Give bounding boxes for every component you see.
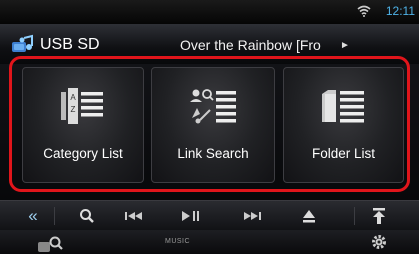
collapse-button[interactable]: « — [22, 205, 44, 227]
status-bar: 12:11 — [0, 0, 419, 24]
search-icon — [80, 209, 94, 223]
selection-highlight — [9, 56, 410, 192]
search-button[interactable] — [76, 205, 98, 227]
source-title[interactable]: USB SD — [40, 36, 100, 54]
wifi-icon — [357, 5, 371, 17]
control-bar: « — [0, 200, 419, 231]
usb-music-icon[interactable] — [10, 34, 36, 54]
previous-track-button[interactable] — [120, 205, 148, 227]
next-track-button[interactable] — [238, 205, 266, 227]
skip-next-icon — [244, 212, 261, 220]
track-next-indicator: ► — [340, 40, 350, 51]
up-button[interactable] — [368, 205, 390, 227]
track-title[interactable]: Over the Rainbow [Fro — [180, 37, 321, 53]
eject-icon — [303, 210, 315, 223]
eject-button[interactable] — [298, 205, 320, 227]
divider — [54, 207, 55, 225]
arrow-up-icon — [373, 208, 385, 224]
play-pause-icon — [182, 211, 199, 221]
bottom-bar: MUSIC — [0, 230, 419, 254]
divider — [354, 207, 355, 225]
gear-icon[interactable] — [370, 233, 388, 251]
clock: 12:11 — [385, 4, 415, 18]
mode-label: MUSIC — [165, 238, 191, 245]
skip-previous-icon — [125, 212, 142, 220]
play-pause-button[interactable] — [177, 205, 205, 227]
search-person-icon[interactable] — [38, 236, 64, 252]
